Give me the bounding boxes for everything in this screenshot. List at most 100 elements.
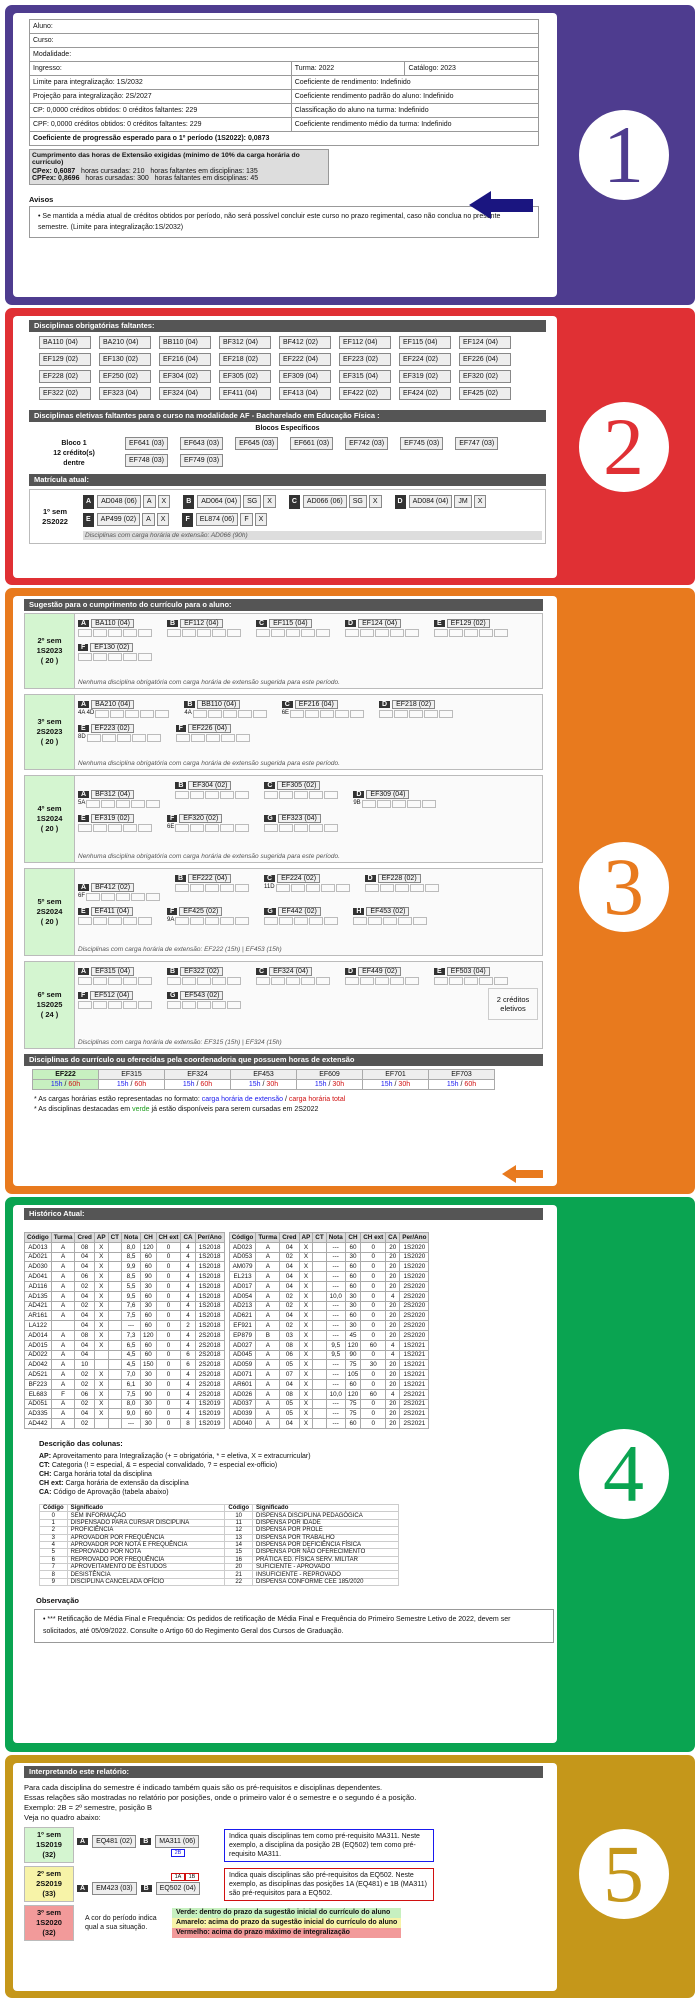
course-box: EF320 (02) (459, 370, 511, 383)
course-code: EF223 (02) (90, 724, 134, 733)
info-cell: Modalidade: (29, 47, 539, 62)
course-code: EF503 (04) (446, 967, 490, 976)
info-cell: Aluno: (29, 19, 539, 34)
column-description: AP: Aproveitamento para Integralização (… (39, 1452, 311, 1460)
course-code: EF543 (02) (180, 991, 224, 1000)
suggested-course: B EF322 (02) (167, 967, 242, 985)
info-cell: CPF: 0,0000 créditos obtidos: 0 créditos… (29, 117, 292, 132)
table-row: EL683 F 06 X 7,5 90 0 4 2S2018 (24, 1388, 225, 1400)
section-5: 5 Interpretando este relatório: Para cad… (5, 1755, 695, 1998)
table-row: AD521 A 02 X 7,0 30 0 4 2S2018 (24, 1369, 225, 1380)
historico-header: Histórico Atual: (24, 1208, 543, 1220)
course-box: BF412 (02) (279, 336, 331, 349)
course-code: EF411 (04) (90, 907, 134, 916)
obrigatorias-list: BA110 (04) BA210 (04) BB110 (04) BF312 (04)… (29, 332, 546, 404)
dependency-label: 8D (78, 734, 86, 740)
course-field: A (142, 495, 156, 508)
course-box: EF216 (04) (159, 353, 211, 366)
course-box: EF411 (04) (219, 387, 271, 400)
column-header: CA (180, 1232, 196, 1243)
column-description: CH ext: Carga horária de extensão da dis… (39, 1479, 189, 1487)
column-header: CH (139, 1232, 157, 1243)
course-box: BA110 (04) (39, 336, 91, 349)
column-header: CH (344, 1232, 362, 1243)
extensao-header: Disciplinas do currículo ou oferecidas p… (24, 1054, 543, 1066)
position-letter: G (264, 908, 276, 915)
position-letter: B (183, 495, 195, 509)
position-letter: D (345, 620, 357, 627)
extension-hours: 15h / 60h (428, 1079, 495, 1090)
position-letter: C (264, 782, 276, 789)
dependency-label: 11D (264, 884, 275, 890)
info-cell: Coeficiente rendimento padrão do aluno: … (290, 89, 540, 104)
table-row: AD027 A 08 X 9,5 120 60 4 1S2021 (228, 1339, 430, 1351)
suggested-course: C EF305 (02) (264, 781, 339, 799)
legend-row: 9 DISCIPLINA CANCELADA OFÍCIO 22 DISPENSA C… (39, 1577, 399, 1587)
legend-row: 8 DESISTÊNCIA 21 INSUFICIENTE - REPROVADO (39, 1570, 399, 1579)
course-box: EF422 (02) (339, 387, 391, 400)
suggested-course: A BF412 (02) 6F (78, 883, 161, 901)
course-code: EF322 (02) (180, 967, 224, 976)
course-box: EF425 (02) (459, 387, 511, 400)
table-row: AD037 A 05 X --- 75 0 20 2S2021 (228, 1398, 430, 1410)
extension-box: Cumprimento das horas de Extensão exigid… (29, 149, 329, 185)
course-code: EF112 (04) (180, 619, 223, 628)
course-box: EF745 (03) (400, 437, 444, 450)
table-row: AD051 A 02 X 8,0 30 0 4 1S2019 (24, 1398, 225, 1410)
position-letter: A (83, 495, 95, 509)
course-box: EF319 (02) (399, 370, 451, 383)
semester-label: 3º sem 2S2023( 20 ) (25, 695, 75, 769)
table-row: AD013 A 08 X 8,0 120 0 4 1S2018 (24, 1241, 225, 1253)
suggested-course: B EF304 (02) (175, 781, 250, 799)
course-box: EF130 (02) (99, 353, 151, 366)
extension-course: EF703 (428, 1069, 495, 1080)
eletivas-header: Disciplinas eletivas faltantes para o cu… (29, 410, 546, 422)
suggested-course: H EF453 (02) (353, 907, 428, 925)
arrow-left-icon (469, 191, 491, 219)
column-header: Turma (50, 1232, 76, 1243)
table-row: AD023 A 04 X --- 60 0 20 1S2020 (228, 1241, 430, 1253)
info-row: CP: 0,0000 créditos obtidos: 0 créditos … (29, 103, 540, 118)
table-row: EP879 B 03 X --- 45 0 20 2S2020 (228, 1329, 430, 1341)
suggested-course: B BB110 (04) 4A (184, 700, 267, 718)
course-box: EF250 (02) (99, 370, 151, 383)
legend-row: 0 SEM INFORMAÇÃO 10 DISPENSA DISCIPLINA PED… (39, 1511, 399, 1520)
enrolled-course: A AD048 (06) A X (83, 495, 171, 509)
course-code: EF226 (04) (187, 724, 231, 733)
course-field: X (156, 513, 170, 526)
suggested-course: G EF323 (04) (264, 814, 339, 832)
course-field: A (142, 513, 155, 526)
column-description: CH: Carga horária total da disciplina (39, 1470, 152, 1478)
position-letter: F (167, 908, 178, 915)
suggested-course: F EF512 (04) (78, 991, 153, 1009)
course-field: AD066 (06) (302, 495, 347, 508)
course-box: EF223 (02) (339, 353, 391, 366)
table-row: AR601 A 04 X --- 60 0 20 1S2021 (228, 1378, 430, 1390)
sugestao-header: Sugestão para o cumprimento do currículo… (24, 599, 543, 611)
suggested-course: D EF449 (02) (345, 967, 420, 985)
column-header: Código (24, 1232, 52, 1243)
position-letter: C (264, 875, 276, 882)
suggested-course: F EF320 (02) 6E (167, 814, 250, 832)
table-row: AD021 A 04 X 8,5 60 0 4 1S2018 (24, 1251, 225, 1263)
table-row: AD039 A 05 X --- 75 0 20 2S2021 (228, 1408, 430, 1420)
position-letter: D (345, 968, 357, 975)
course-field: SG (348, 495, 367, 508)
column-header: CH ext (360, 1232, 387, 1243)
extension-course: EF609 (296, 1069, 363, 1080)
extension-hours: 15h / 60h (32, 1079, 99, 1090)
legend-row: 3 APROVADOR POR FREQUÊNCIA 13 DISPENSA POR … (39, 1533, 399, 1542)
suggested-course: A BF312 (04) 5A (78, 790, 161, 808)
course-code: EF224 (02) (277, 874, 321, 883)
extension-course: EF222 (32, 1069, 99, 1080)
course-code: EF315 (04) (91, 967, 135, 976)
position-letter: A (78, 620, 90, 627)
course-code: EF309 (04) (366, 790, 410, 799)
legend-row: 4 APROVADOR POR NOTA E FREQUÊNCIA 14 DISPEN… (39, 1540, 399, 1550)
interpretando-text: Para cada disciplina do semestre é indic… (24, 1783, 417, 1822)
suggested-course: C EF115 (04) (256, 619, 331, 637)
info-row: CPF: 0,0000 créditos obtidos: 0 créditos… (29, 117, 540, 132)
course-code: EF222 (04) (188, 874, 232, 883)
position-letter: A (78, 968, 90, 975)
position-letter: D (364, 875, 376, 882)
